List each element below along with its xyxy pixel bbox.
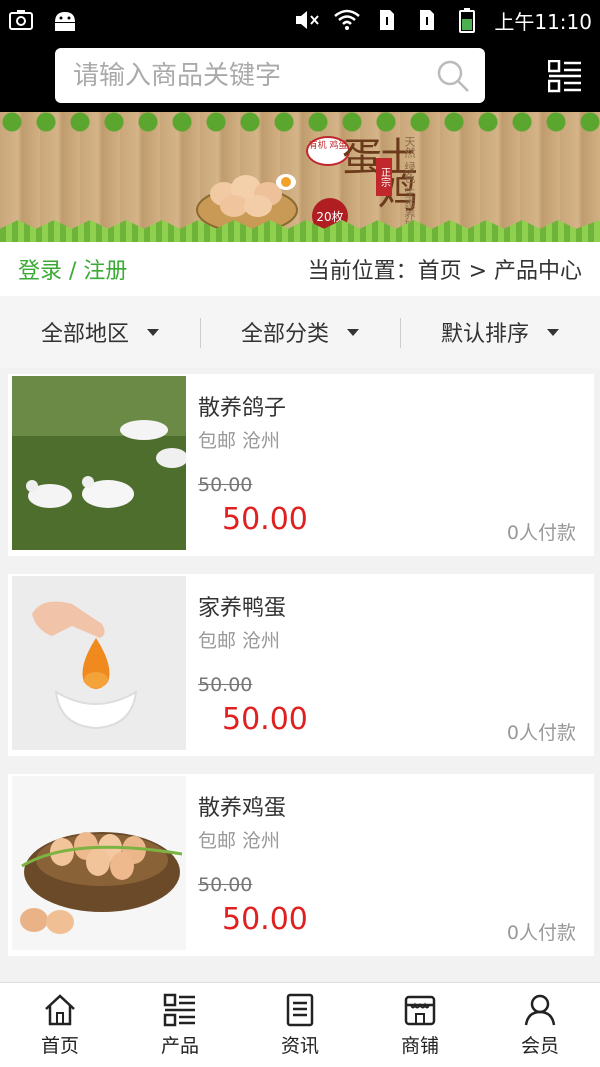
product-paid-count: 0人付款 (506, 922, 576, 944)
product-name[interactable]: 散养鸡蛋 (198, 790, 286, 822)
battery-icon (454, 7, 480, 33)
product-price: 50.00 (222, 902, 308, 937)
status-bar: 上午11:10 (0, 0, 600, 40)
product-name[interactable]: 家养鸭蛋 (198, 590, 286, 622)
nav-member[interactable]: 会员 (480, 983, 600, 1067)
grass-decoration (0, 220, 600, 242)
breadcrumb: 当前位置：首页 > 产品中心 (307, 259, 582, 284)
location-bar: 登录 / 注册 当前位置：首页 > 产品中心 (0, 242, 600, 296)
product-card[interactable]: 散养鸡蛋 包邮 沧州 50.00 50.00 0人付款 (8, 774, 594, 956)
product-card[interactable]: 散养鸽子 包邮 沧州 50.00 50.00 0人付款 (8, 374, 594, 556)
grid-list-icon[interactable] (548, 60, 582, 94)
nav-products[interactable]: 产品 (120, 983, 240, 1067)
clock: 上午11:10 (494, 9, 592, 34)
product-list: 散养鸽子 包邮 沧州 50.00 50.00 0人付款 家养鸭蛋 包邮 沧州 5… (8, 374, 594, 974)
filter-category[interactable]: 全部分类 (200, 296, 400, 368)
promo-banner[interactable]: 有机 鸡蛋 土鸡蛋 正宗 20枚 天然 绿色 生态养殖 (0, 112, 600, 242)
search-box[interactable] (55, 48, 485, 103)
store-icon (404, 995, 436, 1026)
wifi-icon (334, 7, 361, 33)
bottom-nav: 首页 产品 资讯 商铺 会员 (0, 982, 600, 1067)
news-icon (286, 993, 314, 1027)
screenshot-icon (8, 7, 34, 33)
product-image-pigeons[interactable] (12, 376, 186, 550)
caret-down-icon (547, 328, 559, 336)
filter-sort[interactable]: 默认排序 (400, 296, 600, 368)
nav-news[interactable]: 资讯 (240, 983, 360, 1067)
filter-bar: 全部地区 全部分类 默认排序 (0, 296, 600, 368)
filter-category-label: 全部分类 (240, 322, 329, 347)
product-original-price: 50.00 (198, 474, 253, 496)
sim2-icon (414, 7, 440, 33)
nav-products-label: 产品 (160, 1035, 199, 1057)
grid-list-icon (163, 993, 195, 1027)
filter-region[interactable]: 全部地区 (0, 296, 200, 368)
home-icon (45, 994, 75, 1026)
nav-member-label: 会员 (520, 1035, 559, 1057)
banner-side-text: 天然 绿色 生态养殖 (403, 136, 416, 231)
product-name[interactable]: 散养鸽子 (198, 390, 286, 422)
sim1-icon (374, 7, 400, 33)
authentic-tag: 正宗 (376, 158, 392, 196)
caret-down-icon (147, 328, 159, 336)
leaves-decoration (0, 112, 600, 140)
product-image-duck-egg[interactable] (12, 576, 186, 750)
product-shipping: 包邮 沧州 (198, 430, 281, 452)
product-original-price: 50.00 (198, 674, 253, 696)
search-icon[interactable] (435, 58, 471, 94)
product-price: 50.00 (222, 502, 308, 537)
android-icon (52, 7, 78, 33)
product-paid-count: 0人付款 (506, 522, 576, 544)
search-input[interactable] (73, 60, 413, 91)
product-shipping: 包邮 沧州 (198, 630, 281, 652)
filter-region-label: 全部地区 (40, 322, 129, 347)
product-shipping: 包邮 沧州 (198, 830, 281, 852)
nav-store-label: 商铺 (400, 1035, 439, 1057)
product-price: 50.00 (222, 702, 308, 737)
product-image-chicken-eggs[interactable] (12, 776, 186, 950)
login-register-link[interactable]: 登录 / 注册 (18, 253, 127, 285)
caret-down-icon (347, 328, 359, 336)
product-card[interactable]: 家养鸭蛋 包邮 沧州 50.00 50.00 0人付款 (8, 574, 594, 756)
filter-sort-label: 默认排序 (440, 322, 529, 347)
user-icon (524, 994, 556, 1026)
mute-icon (294, 7, 320, 33)
nav-news-label: 资讯 (280, 1035, 319, 1057)
product-paid-count: 0人付款 (506, 722, 576, 744)
nav-home-label: 首页 (40, 1035, 79, 1057)
egg-basket-image (196, 174, 298, 233)
search-header (0, 40, 600, 112)
nav-store[interactable]: 商铺 (360, 983, 480, 1067)
nav-home[interactable]: 首页 (0, 983, 120, 1067)
product-original-price: 50.00 (198, 874, 253, 896)
